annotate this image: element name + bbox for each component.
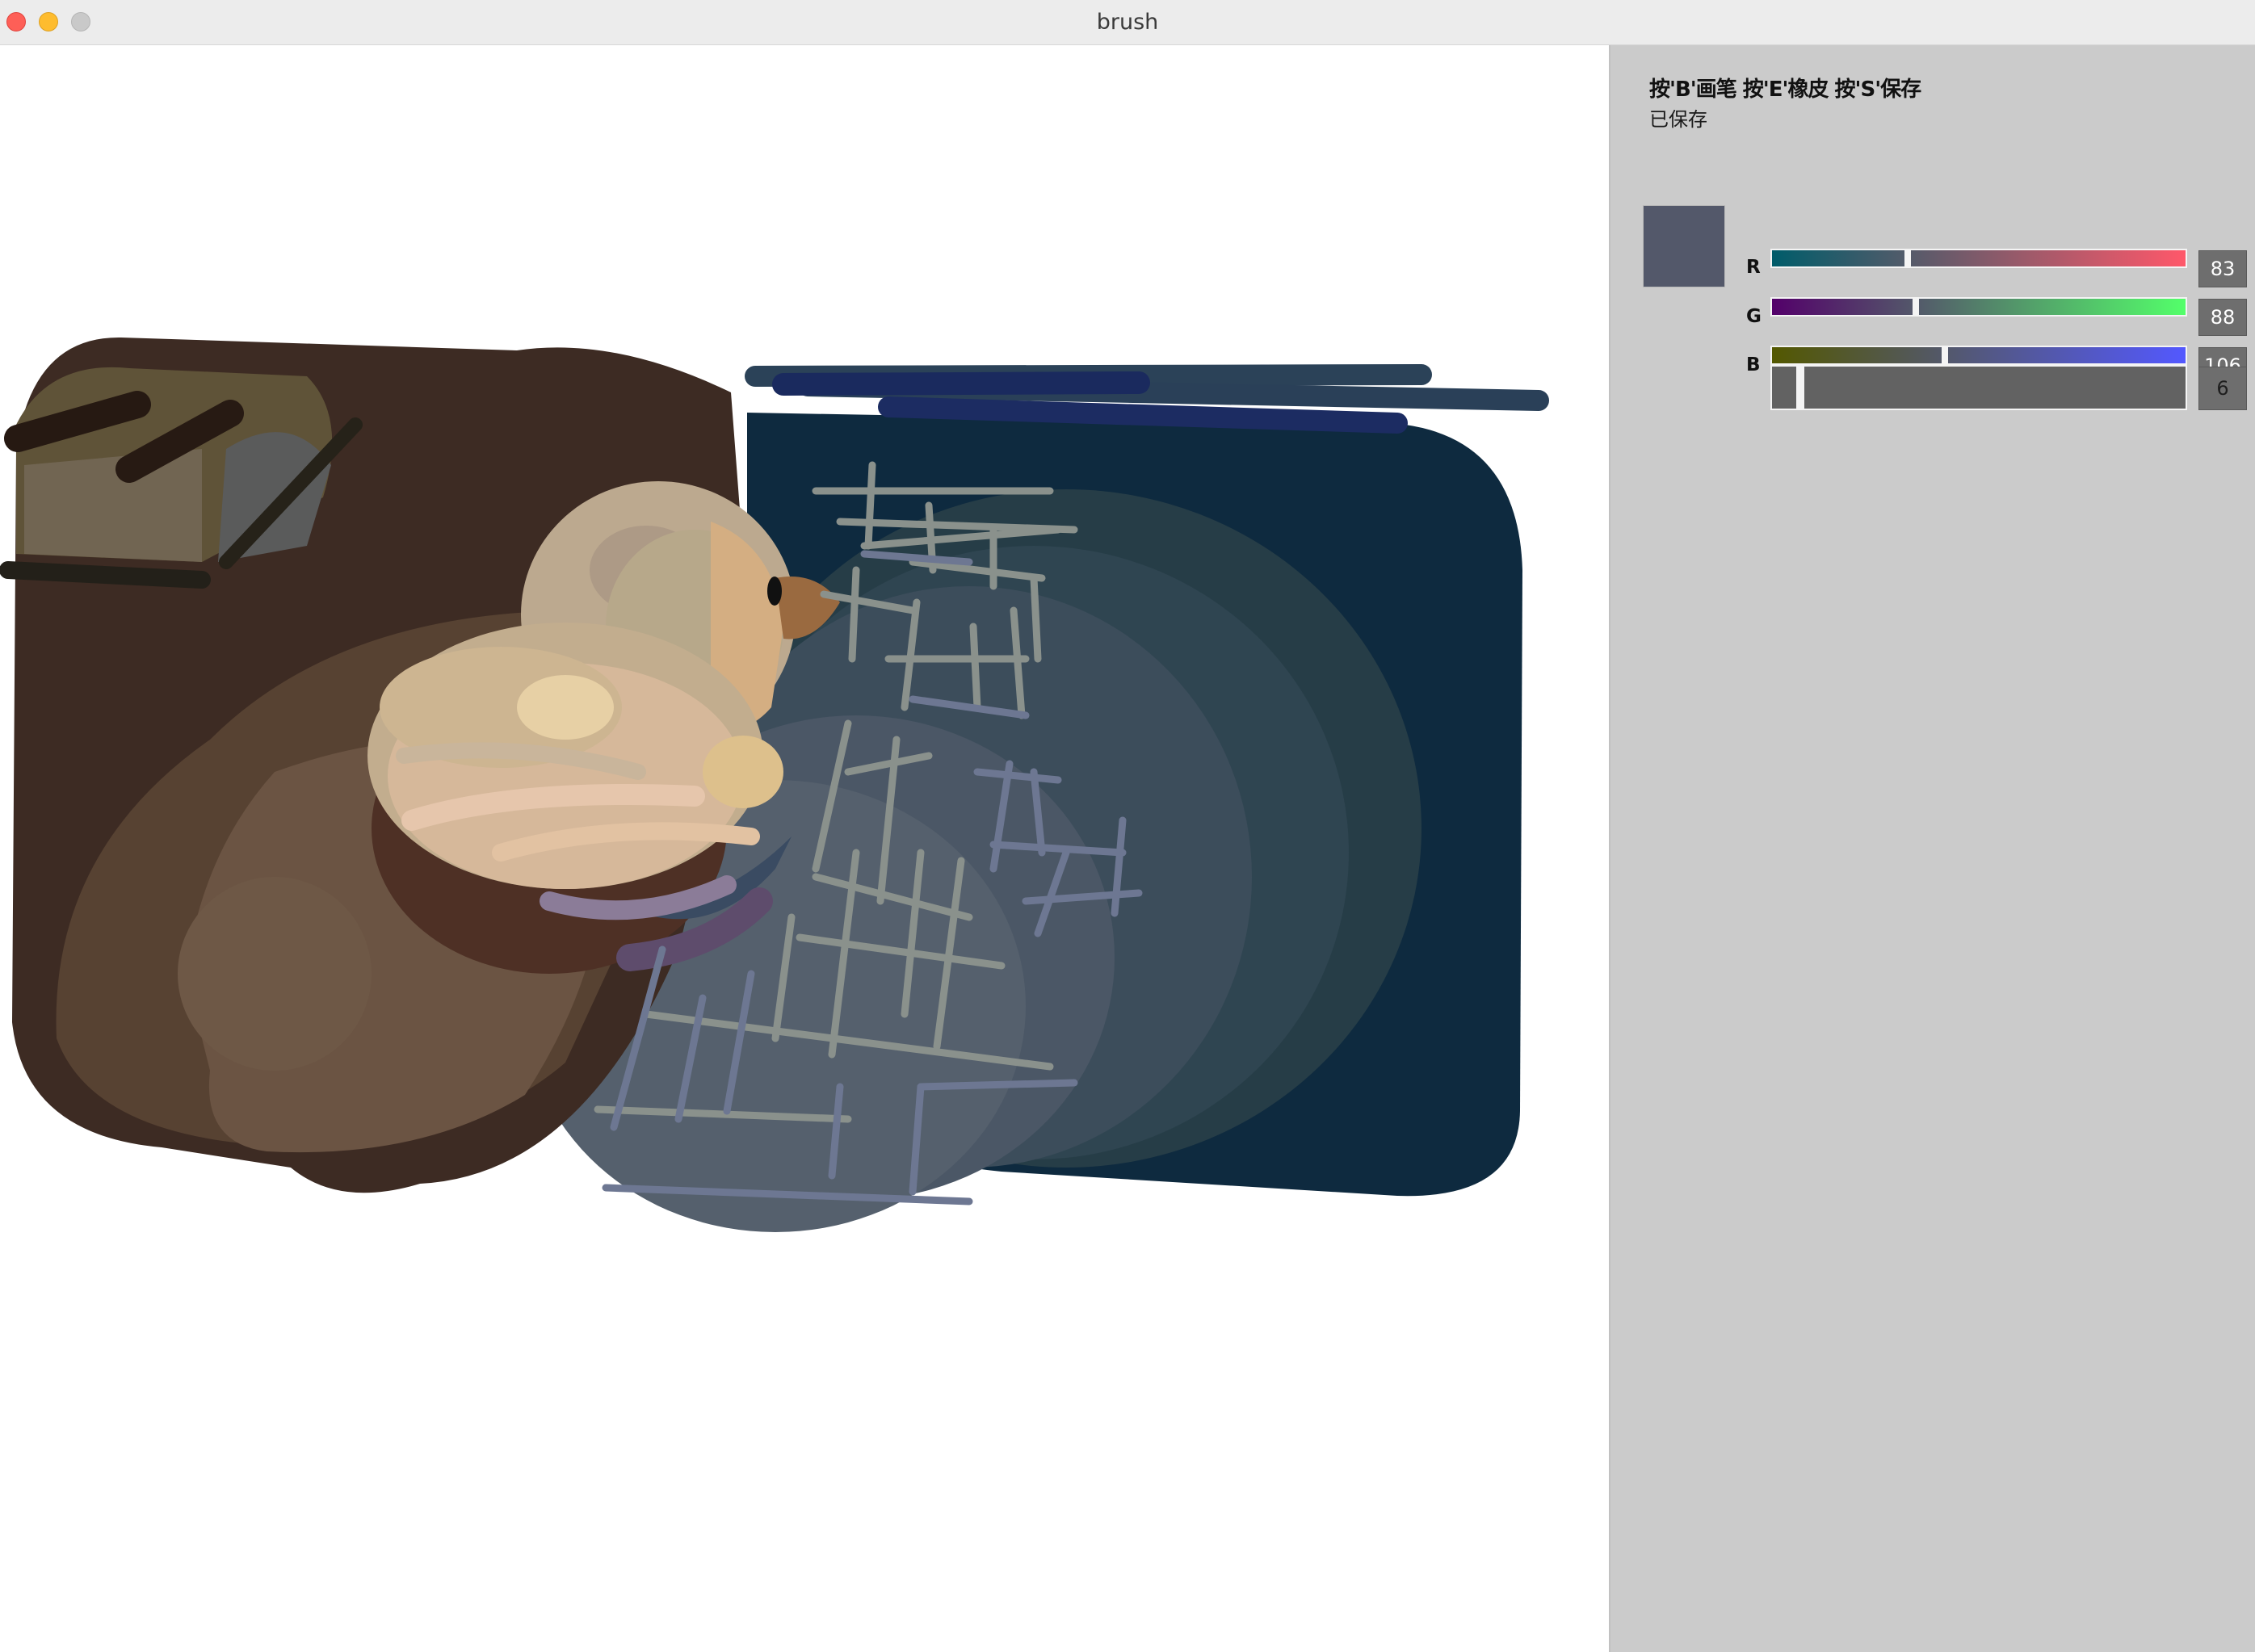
red-slider-thumb[interactable] [1904, 249, 1911, 268]
window-titlebar: brush [0, 0, 2255, 45]
green-channel-label: G [1746, 306, 1762, 327]
red-slider[interactable] [1770, 249, 2187, 268]
blue-channel-label: B [1746, 354, 1761, 375]
drawing-canvas[interactable] [0, 45, 1609, 1652]
blue-slider-thumb[interactable] [1942, 346, 1948, 365]
control-panel: 按'B'画笔 按'E'橡皮 按'S'保存 已保存 R 83 G 88 B 106… [1609, 45, 2255, 1652]
brush-size-value: 6 [2198, 367, 2247, 410]
window-title: brush [1096, 10, 1159, 35]
save-status: 已保存 [1649, 108, 1707, 131]
brush-size-thumb[interactable] [1796, 367, 1804, 409]
red-value: 83 [2198, 250, 2247, 287]
brush-size-slider[interactable] [1770, 365, 2187, 410]
painting-artwork [0, 337, 1549, 1232]
color-preview-swatch [1643, 205, 1725, 287]
green-slider-thumb[interactable] [1913, 297, 1919, 317]
red-channel-label: R [1746, 257, 1761, 278]
green-slider[interactable] [1770, 297, 2187, 317]
green-value: 88 [2198, 299, 2247, 336]
blue-slider[interactable] [1770, 346, 2187, 365]
shortcut-hint: 按'B'画笔 按'E'橡皮 按'S'保存 [1649, 78, 1921, 102]
